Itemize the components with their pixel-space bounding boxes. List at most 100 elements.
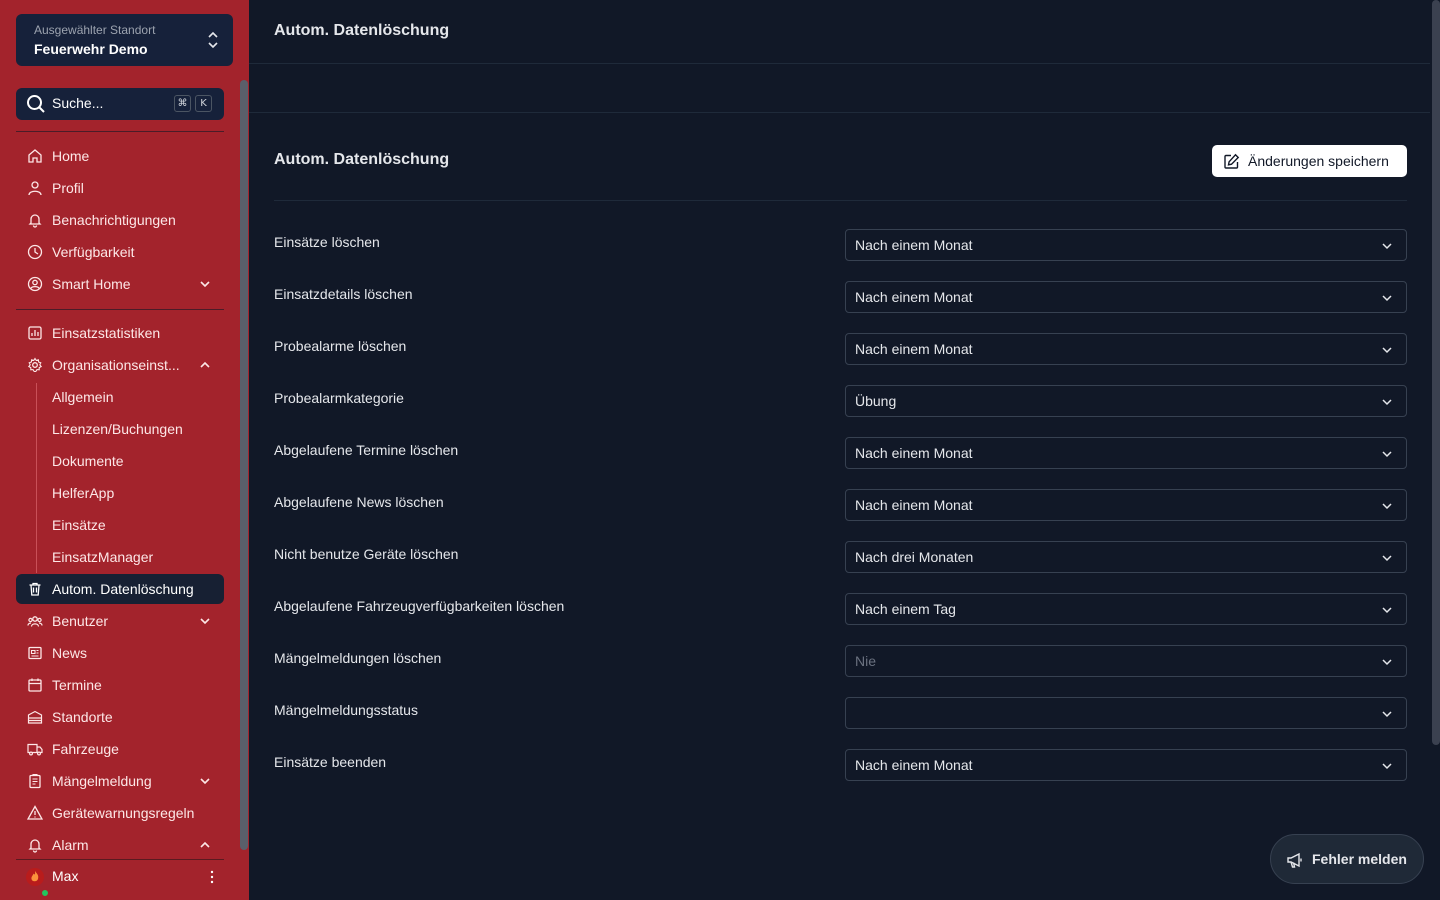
select-value: Nie bbox=[855, 653, 877, 669]
sidebar-item-label: Verfügbarkeit bbox=[52, 244, 135, 260]
setting-select-geraete[interactable]: Nach drei Monaten bbox=[845, 541, 1407, 573]
search-placeholder: Suche... bbox=[52, 95, 104, 111]
chevron-down-icon bbox=[200, 281, 210, 288]
chart-icon bbox=[28, 326, 42, 340]
sidebar-item-label: Allgemein bbox=[52, 389, 114, 405]
sidebar-item-label: Smart Home bbox=[52, 276, 131, 292]
setting-select-probealarme[interactable]: Nach einem Monat bbox=[845, 333, 1407, 365]
setting-select-maengelmeldungen[interactable]: Nie bbox=[845, 645, 1407, 677]
setting-select-fahrzeugverfuegbarkeiten[interactable]: Nach einem Tag bbox=[845, 593, 1407, 625]
location-label: Ausgewählter Standort bbox=[34, 23, 156, 37]
more-vertical-icon[interactable] bbox=[210, 870, 214, 884]
avatar bbox=[26, 868, 49, 897]
sidebar-item-label: EinsatzManager bbox=[52, 549, 154, 565]
select-value: Nach einem Monat bbox=[855, 757, 973, 773]
main-content: Autom. Datenlöschung Autom. Datenlöschun… bbox=[249, 0, 1440, 900]
section-divider bbox=[274, 200, 1407, 201]
chevron-up-icon bbox=[200, 841, 210, 848]
main-scrollbar[interactable] bbox=[1432, 0, 1440, 745]
sidebar-item-label: Benutzer bbox=[52, 613, 109, 629]
save-changes-button[interactable]: Änderungen speichern bbox=[1212, 145, 1407, 177]
setting-label: Probealarmkategorie bbox=[274, 390, 404, 406]
sidebar-item-label: Termine bbox=[52, 677, 102, 693]
setting-select-einsatzdetails[interactable]: Nach einem Monat bbox=[845, 281, 1407, 313]
sidebar-item-label: Dokumente bbox=[52, 453, 124, 469]
sidebar-subitem-allgemein[interactable]: Allgemein bbox=[16, 382, 224, 412]
select-value: Übung bbox=[855, 393, 897, 409]
report-error-button[interactable]: Fehler melden bbox=[1270, 834, 1424, 884]
sidebar-item-termine[interactable]: Termine bbox=[16, 670, 224, 700]
sidebar-item-profil[interactable]: Profil bbox=[16, 173, 224, 203]
user-menu[interactable]: Max bbox=[16, 859, 224, 897]
setting-select-einsaetze[interactable]: Nach einem Monat bbox=[845, 229, 1407, 261]
search-icon bbox=[27, 95, 45, 113]
sidebar-item-label: Standorte bbox=[52, 709, 113, 725]
sidebar-item-fahrzeuge[interactable]: Fahrzeuge bbox=[16, 734, 224, 764]
header-band bbox=[249, 64, 1430, 113]
sidebar-subitem-einsatzmanager[interactable]: EinsatzManager bbox=[16, 542, 224, 572]
sidebar-item-standorte[interactable]: Standorte bbox=[16, 702, 224, 732]
sidebar-subitem-einsaetze[interactable]: Einsätze bbox=[16, 510, 224, 540]
sidebar-item-label: Home bbox=[52, 148, 90, 164]
section-title: Autom. Datenlöschung bbox=[274, 151, 450, 168]
sidebar-subitem-lizenzen[interactable]: Lizenzen/Buchungen bbox=[16, 414, 224, 444]
setting-select-einsaetze-beenden[interactable]: Nach einem Monat bbox=[845, 749, 1407, 781]
select-value: Nach einem Monat bbox=[855, 341, 973, 357]
chevron-down-icon bbox=[200, 618, 210, 625]
setting-label: Einsatzdetails löschen bbox=[274, 286, 413, 302]
sidebar-scrollbar[interactable] bbox=[240, 80, 248, 850]
sidebar-item-news[interactable]: News bbox=[16, 638, 224, 668]
sidebar-item-alarm[interactable]: Alarm bbox=[16, 830, 224, 860]
setting-label: Abgelaufene Fahrzeugverfügbarkeiten lösc… bbox=[274, 598, 565, 614]
setting-select-maengelmeldungsstatus[interactable] bbox=[845, 697, 1407, 729]
edit-icon bbox=[1224, 153, 1240, 169]
sidebar-divider bbox=[16, 309, 224, 310]
users-icon bbox=[27, 616, 43, 627]
user-icon bbox=[28, 181, 42, 196]
setting-select-news[interactable]: Nach einem Monat bbox=[845, 489, 1407, 521]
sidebar-item-benachrichtigungen[interactable]: Benachrichtigungen bbox=[16, 205, 224, 235]
chevron-down-icon bbox=[1382, 555, 1392, 562]
sidebar-item-einsatzstatistiken[interactable]: Einsatzstatistiken bbox=[16, 318, 224, 348]
chevron-down-icon bbox=[1382, 503, 1392, 510]
setting-select-probealarmkategorie[interactable]: Übung bbox=[845, 385, 1407, 417]
sidebar-item-label: Alarm bbox=[52, 837, 89, 853]
chevron-up-down-icon bbox=[208, 31, 218, 49]
warning-icon bbox=[27, 805, 43, 820]
sidebar-item-label: Autom. Datenlöschung bbox=[52, 581, 194, 597]
clipboard-icon bbox=[29, 773, 41, 789]
building-icon bbox=[27, 710, 43, 724]
chevron-down-icon bbox=[1382, 711, 1392, 718]
setting-label: Probealarme löschen bbox=[274, 338, 407, 354]
select-value: Nach einem Monat bbox=[855, 445, 973, 461]
sidebar-subitem-dokumente[interactable]: Dokumente bbox=[16, 446, 224, 476]
sidebar-item-autom-datenloeschung[interactable]: Autom. Datenlöschung bbox=[16, 574, 224, 604]
sidebar-item-organisationseinstellungen[interactable]: Organisationseinst... bbox=[16, 350, 224, 380]
clock-icon bbox=[27, 244, 43, 260]
chevron-down-icon bbox=[1382, 763, 1392, 770]
search-input[interactable]: Suche... ⌘ K bbox=[16, 88, 224, 120]
bell-icon bbox=[28, 214, 42, 228]
sidebar-subitem-helferapp[interactable]: HelferApp bbox=[16, 478, 224, 508]
location-value: Feuerwehr Demo bbox=[34, 41, 148, 57]
sidebar-item-label: Lizenzen/Buchungen bbox=[52, 421, 183, 437]
sidebar-item-benutzer[interactable]: Benutzer bbox=[16, 606, 224, 636]
sidebar-item-label: Mängelmeldung bbox=[52, 773, 152, 789]
sidebar-item-maengelmeldung[interactable]: Mängelmeldung bbox=[16, 766, 224, 796]
sidebar-item-smart-home[interactable]: Smart Home bbox=[16, 269, 224, 299]
truck-icon bbox=[27, 743, 43, 756]
sidebar-item-label: Gerätewarnungsregeln bbox=[52, 805, 195, 821]
sidebar-item-verfuegbarkeit[interactable]: Verfügbarkeit bbox=[16, 237, 224, 267]
bell-icon bbox=[28, 839, 42, 853]
sidebar-item-home[interactable]: Home bbox=[16, 141, 224, 171]
location-switcher[interactable]: Ausgewählter Standort Feuerwehr Demo bbox=[16, 14, 233, 66]
select-value: Nach einem Monat bbox=[855, 237, 973, 253]
sidebar-item-geraetewarnungsregeln[interactable]: Gerätewarnungsregeln bbox=[16, 798, 224, 828]
chevron-down-icon bbox=[1382, 295, 1392, 302]
user-name: Max bbox=[52, 868, 79, 884]
sidebar-divider bbox=[16, 131, 224, 132]
home-icon bbox=[28, 149, 42, 163]
setting-select-termine[interactable]: Nach einem Monat bbox=[845, 437, 1407, 469]
trash-icon bbox=[29, 582, 41, 596]
select-value: Nach einem Monat bbox=[855, 497, 973, 513]
